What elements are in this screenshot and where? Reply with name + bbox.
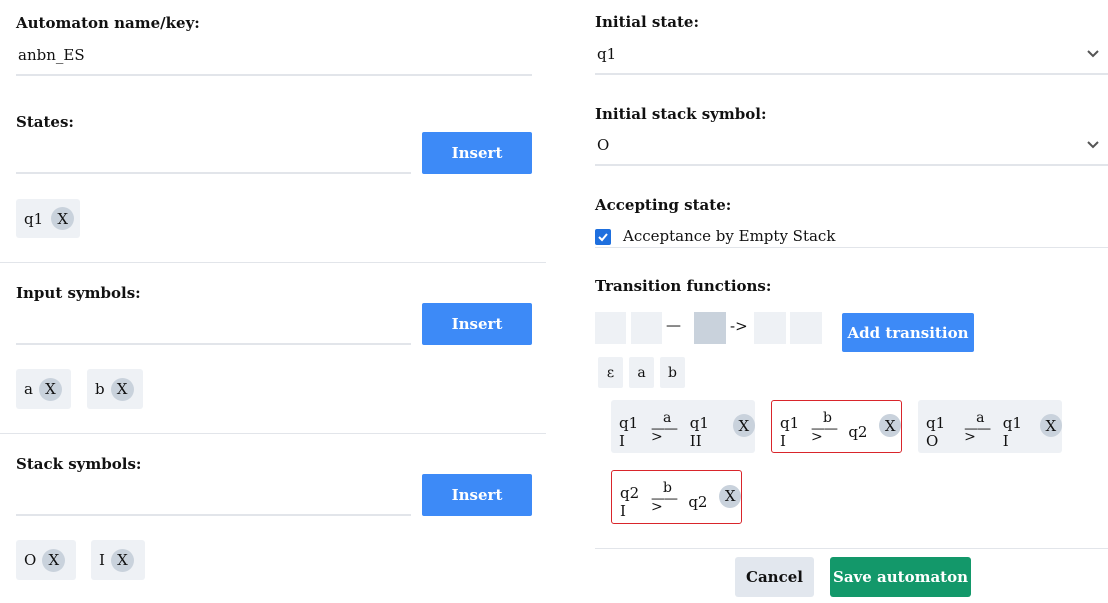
remove-input-symbol-button[interactable]: X: [110, 377, 134, 401]
transition-functions-label: Transition functions:: [595, 277, 772, 295]
input-symbol-chip-label: b: [95, 380, 105, 398]
accepting-state-label: Accepting state:: [595, 196, 732, 214]
initial-stack-symbol-value: O: [597, 136, 610, 154]
remove-transition-button[interactable]: X: [879, 414, 901, 437]
initial-state-select[interactable]: q1: [595, 38, 1108, 75]
transition-arrow: ->: [730, 317, 748, 335]
stack-symbol-chip: O X: [16, 540, 76, 580]
transition-input-slot[interactable]: [694, 312, 726, 344]
transition-from: q1 I: [619, 413, 639, 450]
transition-to: q1 I: [1002, 413, 1022, 450]
transition-from: q2 I: [620, 484, 640, 520]
initial-state-value: q1: [597, 45, 617, 63]
stack-symbol-chip: I X: [91, 540, 145, 580]
remove-input-symbol-button[interactable]: X: [38, 377, 62, 401]
state-chip-label: q1: [24, 209, 44, 228]
chevron-down-icon: [1087, 141, 1099, 149]
transition-item: q1 I a ——> q1 II X: [611, 400, 755, 453]
stack-symbols-input[interactable]: [16, 478, 411, 516]
transition-from: q1 I: [780, 413, 800, 450]
initial-stack-symbol-select[interactable]: O: [595, 128, 1108, 166]
remove-transition-button[interactable]: X: [732, 414, 755, 437]
divider: [595, 548, 1108, 549]
save-automaton-button[interactable]: Save automaton: [830, 557, 971, 597]
transition-item: q1 I b ——> q2 X: [771, 400, 902, 453]
input-symbols-label: Input symbols:: [16, 284, 141, 302]
remove-transition-button[interactable]: X: [719, 484, 741, 508]
remove-state-button[interactable]: X: [51, 207, 75, 230]
stack-symbol-chip-label: I: [99, 551, 105, 569]
states-label: States:: [16, 113, 74, 131]
automaton-name-input[interactable]: anbn_ES: [16, 40, 532, 76]
transition-dash: —: [666, 316, 681, 334]
transition-to-state-slot[interactable]: [754, 312, 786, 344]
remove-transition-button[interactable]: X: [1039, 414, 1062, 437]
transition-to: q2: [848, 422, 868, 441]
transition-to: q2: [688, 493, 708, 511]
states-insert-button[interactable]: Insert: [422, 132, 532, 174]
transition-to: q1 II: [689, 413, 709, 450]
initial-state-label: Initial state:: [595, 13, 699, 31]
symbol-epsilon-button[interactable]: ε: [598, 357, 623, 388]
stack-symbols-label: Stack symbols:: [16, 455, 142, 473]
input-symbols-input[interactable]: [16, 307, 411, 345]
remove-stack-symbol-button[interactable]: X: [42, 548, 66, 572]
stack-symbols-insert-button[interactable]: Insert: [422, 474, 532, 516]
transition-push-slot[interactable]: [790, 312, 822, 344]
empty-stack-checkbox-label: Acceptance by Empty Stack: [623, 227, 836, 245]
input-symbol-chip: b X: [87, 369, 143, 409]
remove-stack-symbol-button[interactable]: X: [110, 548, 134, 572]
state-chip: q1 X: [16, 199, 80, 238]
stack-symbol-chip-label: O: [24, 551, 37, 569]
transition-from: q1 O: [926, 413, 946, 450]
automaton-name-value: anbn_ES: [18, 46, 85, 64]
transition-from-state-slot[interactable]: [595, 312, 626, 344]
empty-stack-checkbox[interactable]: [595, 229, 611, 245]
chevron-down-icon: [1087, 50, 1099, 58]
divider: [0, 262, 546, 263]
transition-item: q1 O a ——> q1 I X: [918, 400, 1062, 453]
initial-stack-symbol-label: Initial stack symbol:: [595, 105, 767, 123]
cancel-button[interactable]: Cancel: [735, 557, 814, 597]
add-transition-button[interactable]: Add transition: [842, 313, 974, 352]
transition-stack-slot[interactable]: [631, 312, 662, 344]
input-symbol-chip: a X: [16, 369, 71, 409]
symbol-a-button[interactable]: a: [629, 357, 654, 388]
states-input[interactable]: [16, 136, 411, 174]
automaton-name-label: Automaton name/key:: [16, 14, 200, 32]
transition-arrow-icon: b ——>: [650, 480, 678, 515]
divider: [0, 433, 546, 434]
divider: [595, 247, 1108, 248]
symbol-b-button[interactable]: b: [660, 357, 685, 388]
transition-item: q2 I b ——> q2 X: [611, 470, 742, 524]
input-symbols-insert-button[interactable]: Insert: [422, 303, 532, 345]
input-symbol-chip-label: a: [24, 380, 33, 398]
transition-arrow-icon: a ——>: [964, 409, 991, 445]
transition-arrow-icon: b ——>: [810, 409, 838, 445]
check-icon: [598, 233, 608, 242]
transition-arrow-icon: a ——>: [651, 409, 678, 445]
